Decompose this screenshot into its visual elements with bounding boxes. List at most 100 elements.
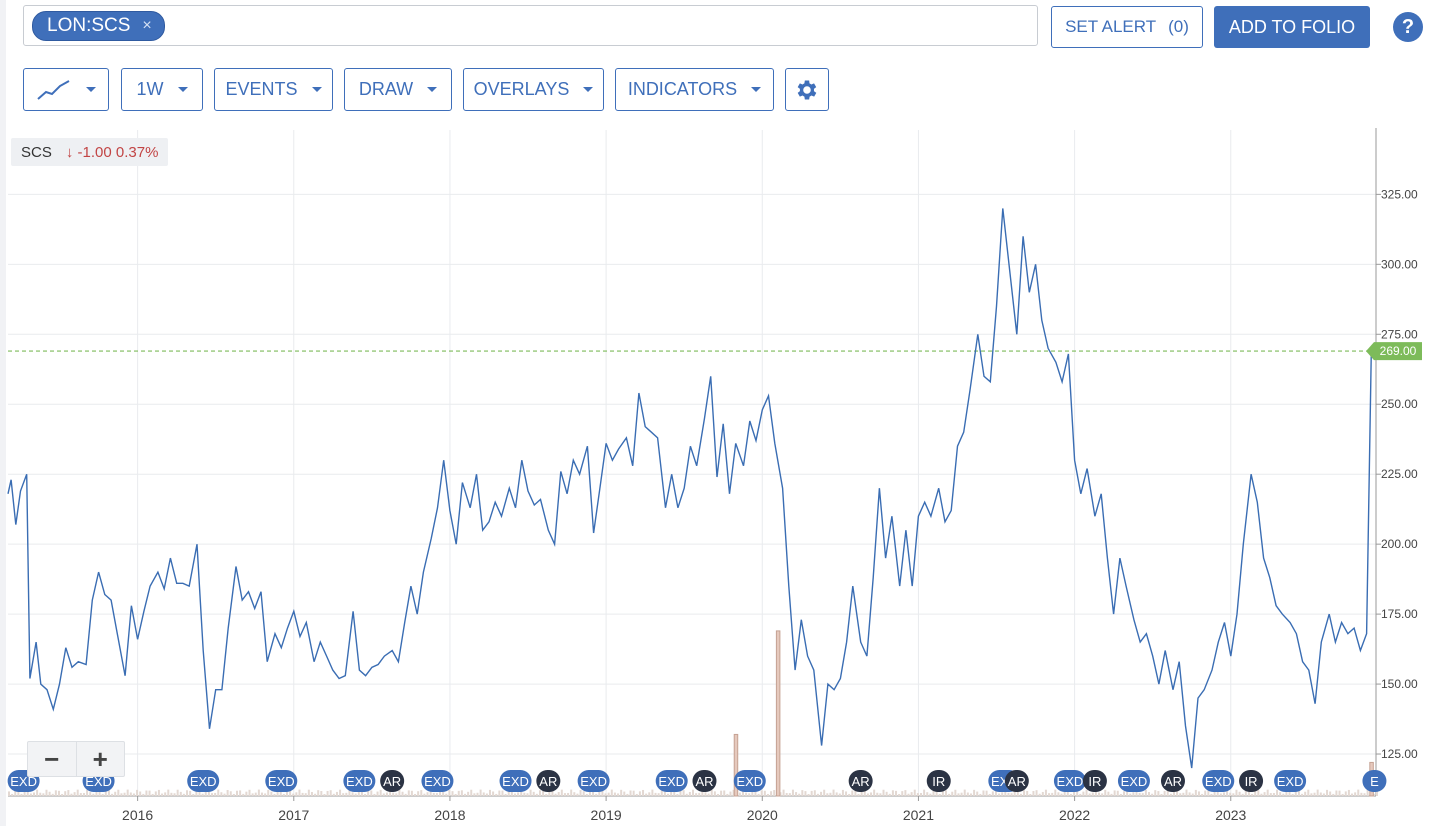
volume-bar — [211, 793, 214, 796]
volume-bar — [667, 793, 670, 796]
volume-bar — [904, 790, 907, 796]
help-icon[interactable]: ? — [1393, 12, 1423, 42]
overlays-dropdown[interactable]: OVERLAYS — [463, 68, 604, 111]
volume-bar — [651, 789, 654, 796]
volume-bar — [676, 794, 679, 796]
volume-bar — [826, 793, 829, 796]
volume-bar — [495, 793, 498, 796]
set-alert-button[interactable]: SET ALERT (0) — [1051, 6, 1203, 48]
volume-bar — [782, 789, 785, 796]
y-tick-label: 225.00 — [1381, 467, 1418, 481]
volume-bar — [1282, 793, 1285, 796]
symbol-chip[interactable]: LON:SCS × — [32, 11, 165, 41]
x-tick-label: 2022 — [1059, 807, 1090, 823]
volume-bar — [1123, 791, 1126, 796]
volume-bar — [420, 790, 423, 796]
volume-bar — [11, 793, 14, 796]
volume-bar — [1194, 789, 1197, 796]
event-marker-label: EXD — [580, 774, 607, 789]
volume-bar — [426, 792, 429, 796]
settings-button[interactable] — [785, 68, 829, 111]
volume-bar — [39, 792, 42, 796]
chevron-down-icon — [427, 87, 438, 92]
volume-bar — [1091, 792, 1094, 796]
x-tick-label: 2017 — [278, 807, 309, 823]
price-chart[interactable]: 125.00 150.00 175.00 200.00 225.00 250.00 275.… — [0, 128, 1435, 826]
volume-bar — [648, 792, 651, 796]
volume-bar — [360, 791, 363, 796]
volume-bar — [307, 789, 310, 796]
volume-bar — [976, 791, 979, 796]
volume-bar — [1307, 789, 1310, 796]
volume-bar — [629, 790, 632, 796]
volume-bar — [692, 789, 694, 796]
volume-bar — [161, 793, 164, 796]
zoom-in-button[interactable]: + — [77, 742, 125, 776]
indicators-dropdown[interactable]: INDICATORS — [615, 68, 774, 111]
events-dropdown[interactable]: EVENTS — [214, 68, 333, 111]
volume-bar — [1085, 789, 1088, 796]
volume-bar — [595, 793, 598, 796]
volume-bar — [1010, 793, 1013, 796]
volume-bar — [92, 793, 95, 796]
volume-bar — [944, 790, 947, 796]
volume-bar — [1319, 792, 1322, 796]
volume-bar — [1332, 793, 1335, 796]
volume-bar — [1016, 791, 1019, 796]
volume-bar — [585, 793, 588, 796]
volume-bar — [920, 793, 922, 796]
volume-bar — [788, 793, 791, 796]
event-marker-label: EXD — [1057, 774, 1084, 789]
period-dropdown[interactable]: 1W — [121, 68, 203, 111]
volume-bar — [1338, 790, 1341, 796]
chip-close-icon[interactable]: × — [142, 12, 151, 40]
x-tick-label: 2018 — [434, 807, 465, 823]
volume-bar — [61, 793, 64, 796]
down-arrow-icon: ↓ — [65, 143, 74, 161]
volume-bar — [1179, 793, 1182, 796]
volume-bar — [223, 793, 226, 796]
add-to-folio-button[interactable]: ADD TO FOLIO — [1214, 6, 1370, 48]
volume-bar — [1182, 792, 1185, 796]
volume-bar — [913, 789, 916, 796]
y-tick-label: 250.00 — [1381, 397, 1418, 411]
volume-bar — [1316, 789, 1319, 796]
volume-bar — [1157, 791, 1160, 796]
draw-dropdown[interactable]: DRAW — [344, 68, 452, 111]
volume-bar — [242, 793, 245, 796]
volume-bar — [154, 791, 157, 796]
volume-bar — [763, 790, 766, 796]
volume-bar — [948, 793, 951, 796]
volume-bar — [879, 793, 882, 796]
volume-bar — [1272, 793, 1275, 796]
volume-bar — [482, 792, 485, 796]
zoom-out-button[interactable]: − — [28, 742, 77, 776]
volume-bar — [170, 792, 173, 796]
volume-bar — [1079, 793, 1082, 796]
volume-bar — [29, 793, 32, 796]
volume-bar — [488, 789, 491, 796]
volume-bar — [48, 791, 51, 796]
volume-bar — [432, 793, 435, 796]
event-marker-label: AR — [539, 774, 557, 789]
volume-bar — [1238, 791, 1241, 796]
symbol-search-input[interactable]: LON:SCS × — [23, 5, 1038, 46]
volume-bar — [248, 789, 251, 796]
volume-bar — [966, 792, 969, 796]
volume-bar — [1101, 793, 1104, 796]
volume-bar — [1254, 791, 1257, 796]
event-marker-label: EXD — [502, 774, 529, 789]
volume-bar — [220, 792, 223, 796]
chart-type-dropdown[interactable] — [23, 68, 109, 111]
volume-bar — [395, 793, 398, 796]
x-tick-label: 2016 — [122, 807, 153, 823]
volume-bar — [929, 793, 932, 796]
volume-bar — [791, 789, 794, 796]
volume-bar — [370, 790, 373, 796]
volume-bar — [264, 793, 267, 796]
volume-bar — [570, 789, 573, 796]
volume-bar — [314, 793, 317, 796]
volume-bar — [807, 793, 810, 796]
volume-bar — [876, 792, 879, 796]
volume-bar — [257, 789, 260, 796]
